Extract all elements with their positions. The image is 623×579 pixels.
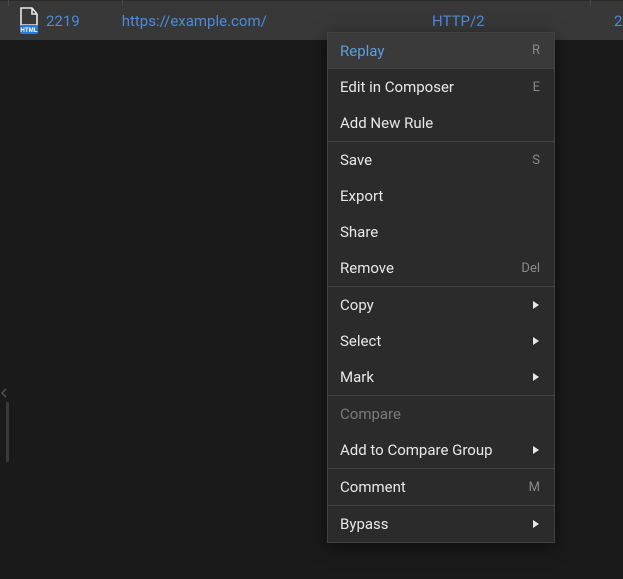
menu-item-replay[interactable]: ReplayR — [328, 33, 554, 69]
column-divider — [122, 0, 123, 6]
menu-item-label: Select — [340, 332, 532, 350]
menu-item-compare: Compare — [328, 396, 554, 432]
menu-item-export[interactable]: Export — [328, 178, 554, 214]
menu-item-label: Copy — [340, 296, 532, 314]
menu-item-label: Export — [340, 187, 540, 205]
menu-item-shortcut: R — [532, 43, 540, 58]
submenu-arrow-icon — [532, 336, 540, 346]
menu-item-add-new-rule[interactable]: Add New Rule — [328, 105, 554, 141]
menu-item-shortcut: M — [529, 480, 540, 495]
session-id: 2219 — [46, 12, 80, 30]
column-divider — [8, 0, 9, 6]
session-trailing-value: 2 — [614, 12, 622, 30]
menu-item-copy[interactable]: Copy — [328, 287, 554, 323]
menu-item-shortcut: Del — [521, 261, 540, 276]
panel-collapse-handle[interactable] — [0, 386, 8, 400]
menu-item-label: Share — [340, 223, 540, 241]
session-url: https://example.com/ — [122, 12, 267, 30]
svg-text:HTML: HTML — [20, 27, 37, 34]
scrollbar-thumb[interactable] — [6, 402, 9, 462]
sessions-panel: ReplayR Edit in ComposerE Add New Rule Save… — [0, 40, 623, 579]
menu-item-label: Save — [340, 151, 532, 169]
menu-item-comment[interactable]: CommentM — [328, 469, 554, 505]
menu-item-label: Remove — [340, 259, 521, 277]
menu-item-label: Comment — [340, 478, 529, 496]
session-protocol: HTTP/2 — [432, 12, 485, 30]
menu-item-shortcut: E — [533, 80, 540, 95]
submenu-arrow-icon — [532, 372, 540, 382]
menu-item-label: Add to Compare Group — [340, 441, 532, 459]
menu-item-remove[interactable]: RemoveDel — [328, 250, 554, 286]
context-menu: ReplayREdit in ComposerEAdd New RuleSave… — [327, 32, 555, 543]
menu-item-label: Compare — [340, 405, 540, 423]
menu-item-label: Bypass — [340, 515, 532, 533]
menu-item-shortcut: S — [532, 153, 540, 168]
html-file-icon: HTML — [18, 7, 40, 35]
submenu-arrow-icon — [532, 300, 540, 310]
column-divider — [590, 0, 591, 6]
menu-item-share[interactable]: Share — [328, 214, 554, 250]
menu-item-label: Edit in Composer — [340, 78, 533, 96]
menu-item-mark[interactable]: Mark — [328, 359, 554, 395]
menu-item-label: Replay — [340, 42, 532, 60]
menu-item-add-to-compare-group[interactable]: Add to Compare Group — [328, 432, 554, 468]
submenu-arrow-icon — [532, 519, 540, 529]
menu-item-select[interactable]: Select — [328, 323, 554, 359]
submenu-arrow-icon — [532, 445, 540, 455]
menu-item-label: Mark — [340, 368, 532, 386]
menu-item-label: Add New Rule — [340, 114, 540, 132]
menu-item-save[interactable]: SaveS — [328, 142, 554, 178]
menu-item-bypass[interactable]: Bypass — [328, 506, 554, 542]
menu-item-edit-in-composer[interactable]: Edit in ComposerE — [328, 69, 554, 105]
